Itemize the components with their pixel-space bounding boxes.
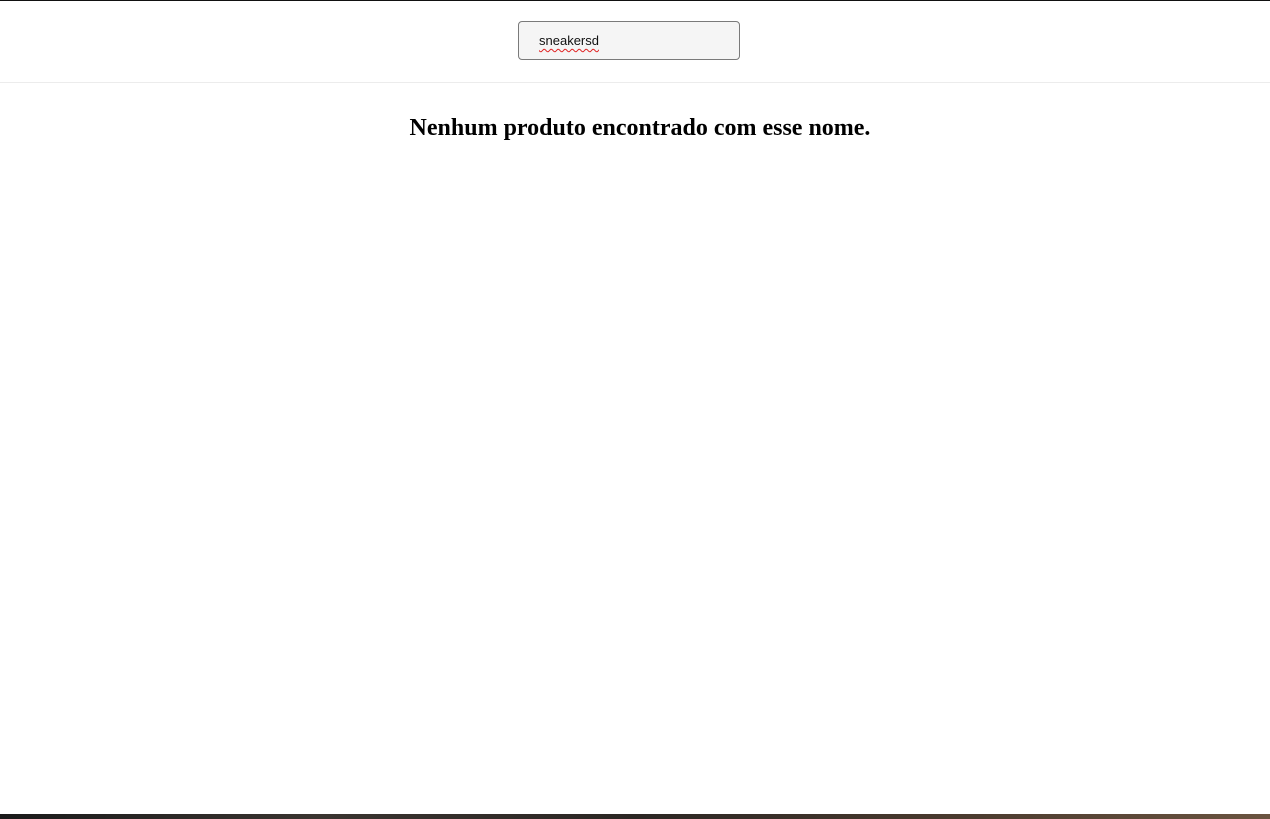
top-bar: sneakersd	[0, 1, 1270, 83]
bottom-image-strip	[0, 814, 1270, 819]
no-results-message: Nenhum produto encontrado com esse nome.	[409, 115, 871, 141]
search-input-value: sneakersd	[539, 33, 599, 48]
search-input[interactable]: sneakersd	[518, 21, 740, 60]
